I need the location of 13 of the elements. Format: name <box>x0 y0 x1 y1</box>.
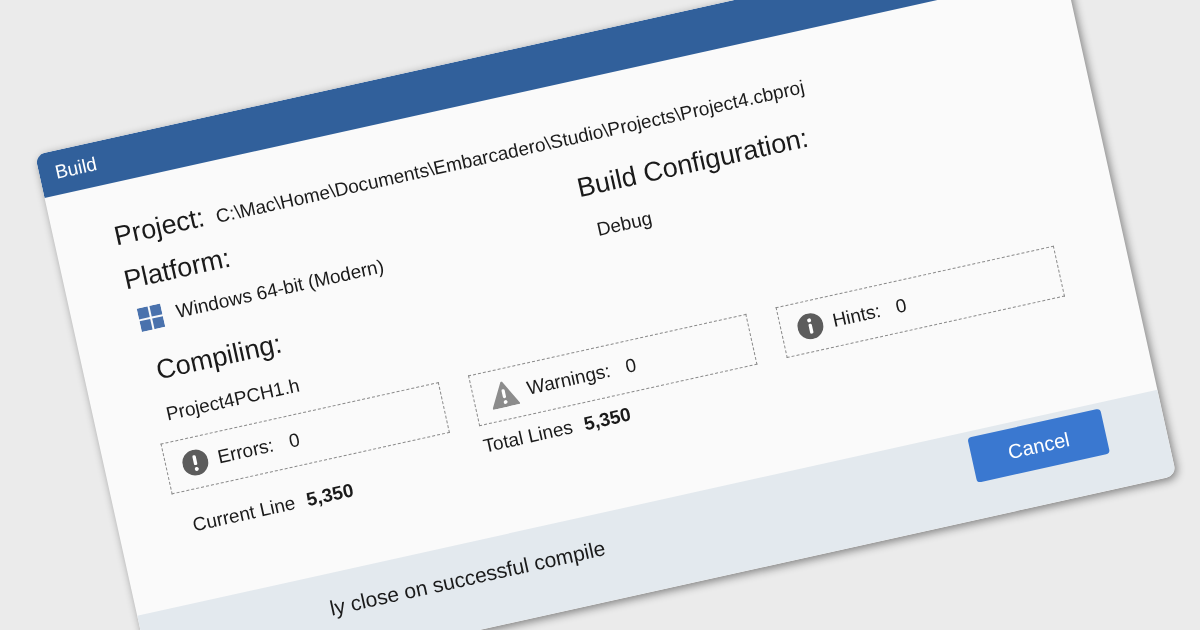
counter-label: Warnings: <box>524 359 613 400</box>
counter-label: Hints: <box>830 300 883 332</box>
counter-value: 0 <box>623 354 639 378</box>
cancel-button[interactable]: Cancel <box>967 408 1111 483</box>
counter-label: Errors: <box>215 434 276 469</box>
window-title: Build <box>53 153 99 184</box>
line-stat-label: Current Line <box>190 492 298 537</box>
line-stat-value: 5,350 <box>304 479 356 512</box>
line-stat-value: 5,350 <box>581 403 633 436</box>
counter-value: 0 <box>286 428 302 453</box>
windows-logo-icon <box>136 303 166 333</box>
counter-value: 0 <box>893 294 909 318</box>
line-stat-label: Total Lines <box>481 416 575 458</box>
